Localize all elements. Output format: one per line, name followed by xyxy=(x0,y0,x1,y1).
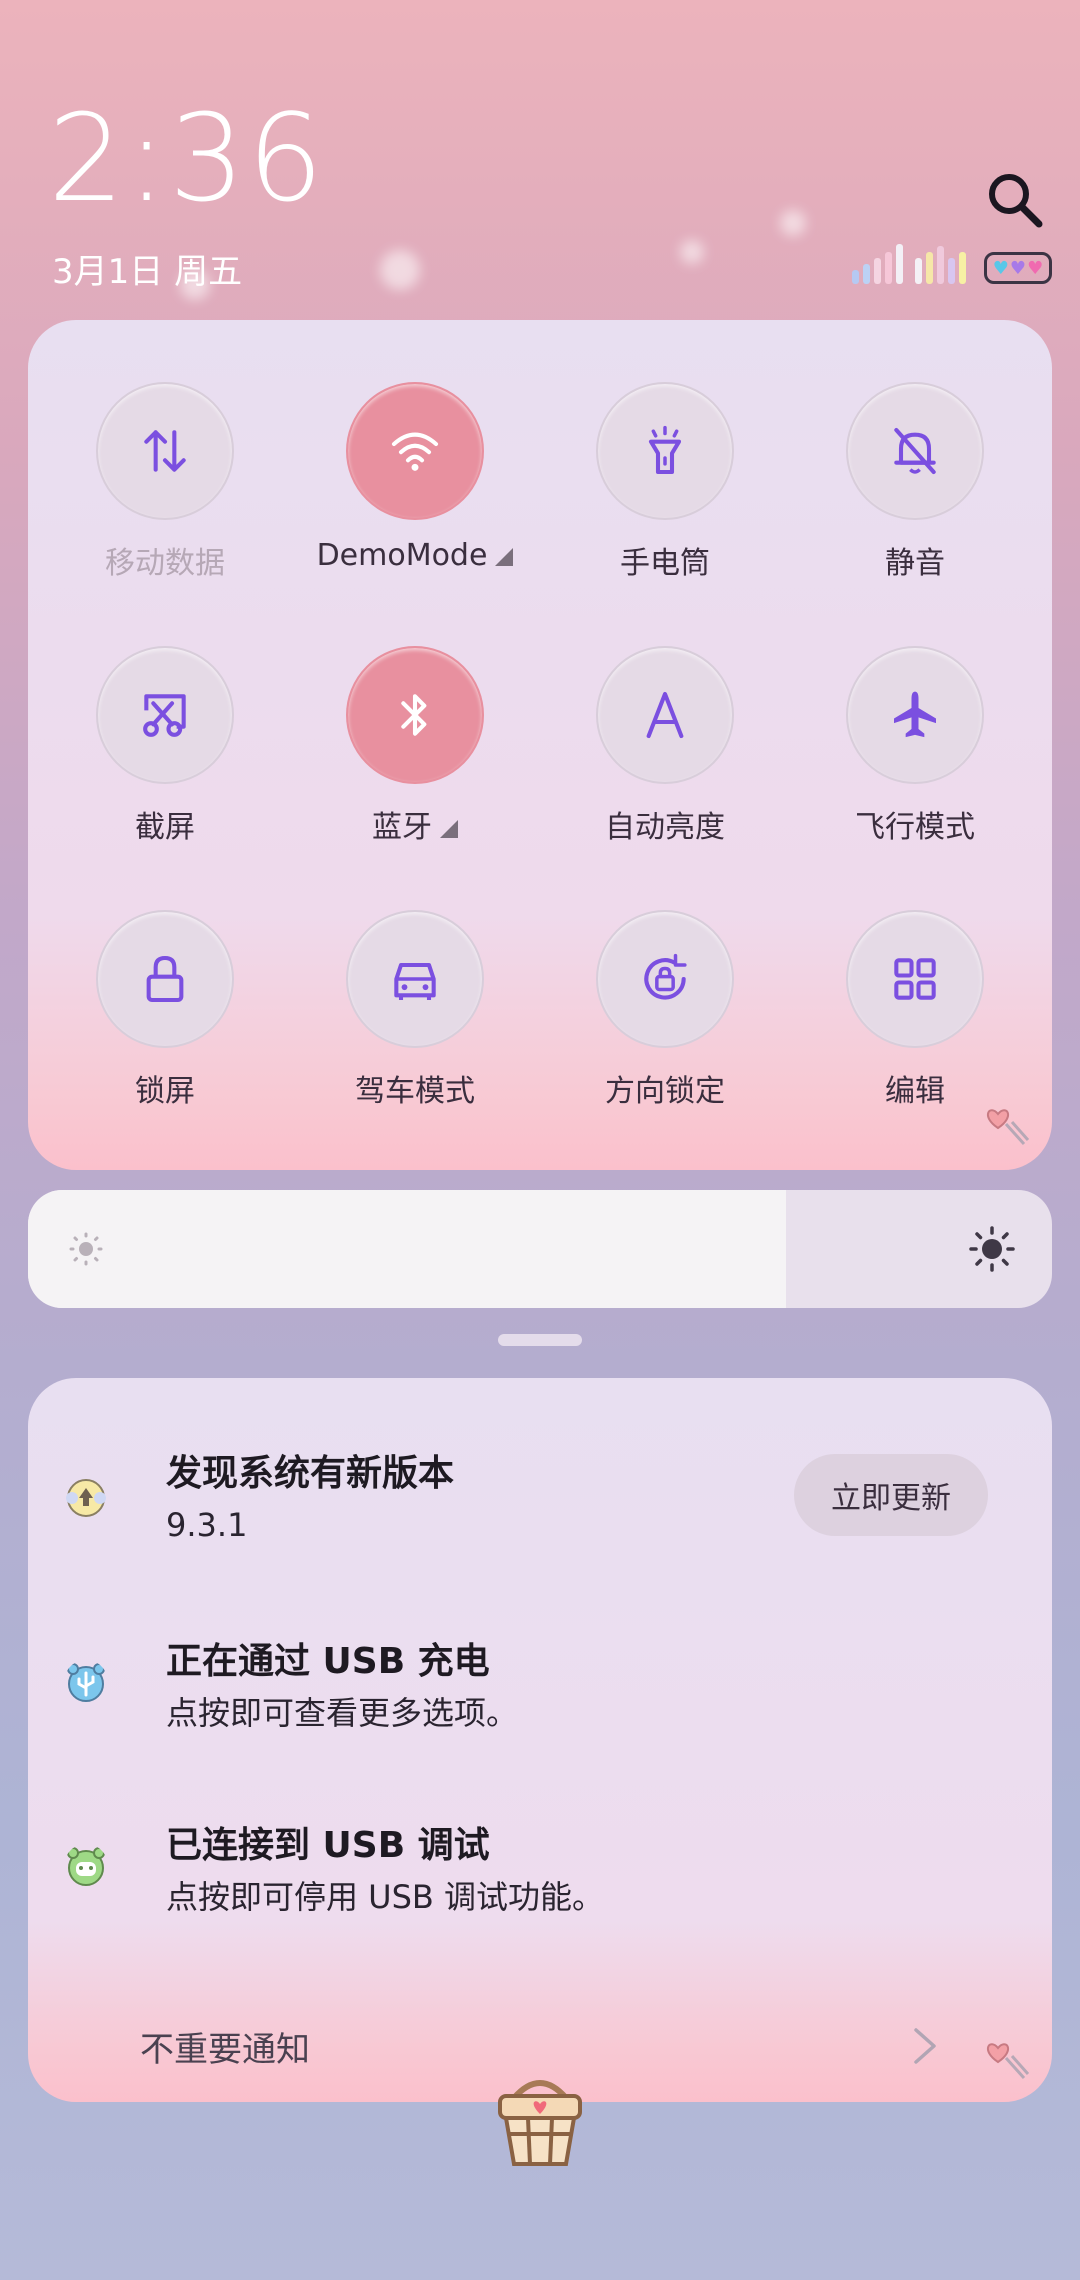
battery-icon: ♥ ♥ ♥ xyxy=(984,252,1052,284)
tile-label: 蓝牙 xyxy=(315,802,515,846)
brightness-low-icon xyxy=(69,1232,103,1266)
update-now-button[interactable]: 立即更新 xyxy=(794,1454,988,1536)
tile-label: 手电筒 xyxy=(620,546,710,581)
usb-icon xyxy=(67,1663,105,1702)
basket-decoration-icon xyxy=(498,2080,582,2166)
brightness-high-icon xyxy=(969,1226,1015,1272)
android-debug-icon xyxy=(67,1847,105,1886)
tile-button[interactable] xyxy=(346,382,484,520)
tile-label: 锁屏 xyxy=(135,1074,195,1109)
signal-icon xyxy=(852,240,903,284)
tile-flashlight[interactable]: 手电筒 xyxy=(565,382,765,582)
tile-label: 自动亮度 xyxy=(605,810,725,845)
brightness-fill xyxy=(28,1190,786,1308)
date: 3月1日 周五 xyxy=(52,252,243,292)
tile-lock[interactable]: 锁屏 xyxy=(65,910,265,1110)
tile-button[interactable] xyxy=(596,382,734,520)
wifi-icon xyxy=(391,432,439,471)
tile-rotation-lock[interactable]: 方向锁定 xyxy=(565,910,765,1110)
heart-clip-icon xyxy=(986,1109,1030,1146)
chevron-right-icon[interactable] xyxy=(908,2024,942,2068)
screenshot-icon xyxy=(143,694,186,737)
tile-button[interactable] xyxy=(596,910,734,1048)
tile-label: 驾车模式 xyxy=(355,1074,475,1109)
tile-bluetooth[interactable]: 蓝牙 xyxy=(315,646,515,846)
tile-auto-brightness[interactable]: 自动亮度 xyxy=(565,646,765,846)
notification-title: 已连接到 USB 调试 xyxy=(166,1825,490,1866)
tile-car[interactable]: 驾车模式 xyxy=(315,910,515,1110)
tile-label: DemoMode xyxy=(315,538,515,573)
notification-title: 发现系统有新版本 xyxy=(166,1453,455,1494)
mobile-data-icon xyxy=(144,430,186,472)
tile-button[interactable] xyxy=(846,910,984,1048)
tile-button[interactable] xyxy=(96,382,234,520)
tile-button[interactable] xyxy=(346,646,484,784)
tile-airplane[interactable]: 飞行模式 xyxy=(815,646,1015,846)
signal-icon-2 xyxy=(915,240,966,284)
rotation-lock-icon xyxy=(644,953,687,1000)
tile-button[interactable] xyxy=(596,646,734,784)
grid-edit-icon xyxy=(894,958,936,1000)
airplane-icon xyxy=(894,691,936,738)
auto-brightness-icon xyxy=(646,691,684,739)
tile-button[interactable] xyxy=(96,646,234,784)
status-icons: ♥ ♥ ♥ xyxy=(852,238,1052,284)
notification-body: 9.3.1 xyxy=(166,1506,248,1544)
dropdown-indicator-icon[interactable] xyxy=(495,547,514,566)
tile-mobile-data[interactable]: 移动数据 xyxy=(65,382,265,582)
system-update-icon xyxy=(66,1479,106,1517)
tile-button[interactable] xyxy=(846,646,984,784)
tile-button[interactable] xyxy=(346,910,484,1048)
search-icon[interactable] xyxy=(985,170,1045,230)
panel-drag-handle[interactable] xyxy=(498,1334,582,1346)
tile-label: 静音 xyxy=(885,546,945,581)
brightness-slider[interactable] xyxy=(28,1190,1052,1308)
tile-label: 方向锁定 xyxy=(605,1074,725,1109)
tile-mute-bell[interactable]: 静音 xyxy=(815,382,1015,582)
notification-body: 点按即可查看更多选项。 xyxy=(166,1694,519,1732)
clock: 2:36 xyxy=(48,90,326,229)
tile-label: 飞行模式 xyxy=(855,810,975,845)
tile-button[interactable] xyxy=(96,910,234,1048)
bluetooth-icon xyxy=(401,694,427,736)
flashlight-icon xyxy=(648,425,682,475)
mute-bell-icon xyxy=(894,427,936,475)
tile-wifi[interactable]: DemoMode xyxy=(315,382,515,573)
tile-screenshot[interactable]: 截屏 xyxy=(65,646,265,846)
lock-icon xyxy=(146,955,184,1003)
unimportant-notifications-link[interactable]: 不重要通知 xyxy=(140,2022,310,2071)
car-icon xyxy=(394,962,436,1000)
notification-body: 点按即可停用 USB 调试功能。 xyxy=(166,1878,605,1916)
tile-label: 移动数据 xyxy=(105,546,225,581)
tile-button[interactable] xyxy=(846,382,984,520)
tile-grid-edit[interactable]: 编辑 xyxy=(815,910,1015,1110)
tile-label: 截屏 xyxy=(135,810,195,845)
notification-title: 正在通过 USB 充电 xyxy=(166,1641,490,1682)
dropdown-indicator-icon[interactable] xyxy=(440,819,458,838)
heart-clip-icon xyxy=(986,2043,1030,2080)
